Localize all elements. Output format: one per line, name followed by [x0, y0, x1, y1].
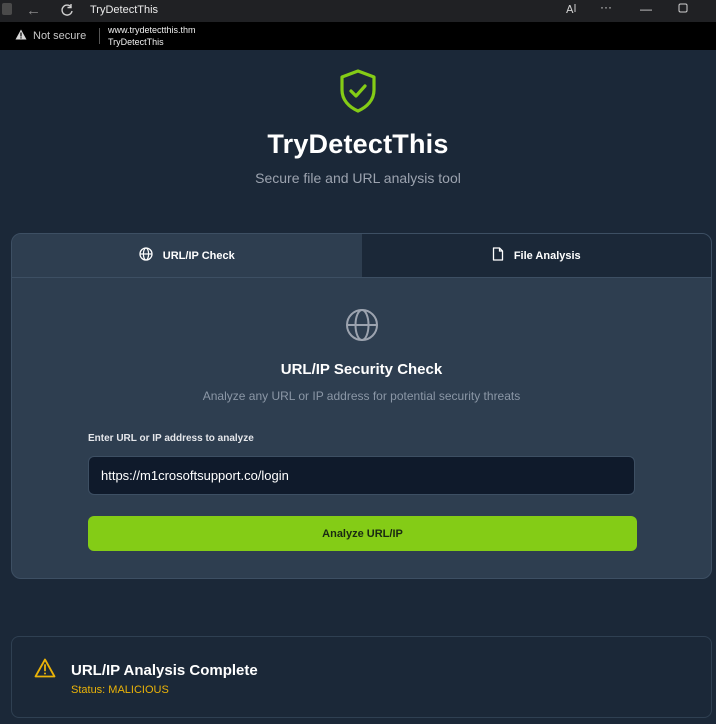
more-icon[interactable]: ··· — [600, 0, 612, 14]
address-url-block[interactable]: www.trydetectthis.thm TryDetectThis — [108, 24, 196, 48]
maximize-icon[interactable] — [678, 2, 688, 16]
read-aloud-icon[interactable]: A — [566, 2, 578, 18]
svg-text:A: A — [566, 3, 574, 15]
page-header: TryDetectThis Secure file and URL analys… — [0, 68, 716, 186]
tab-url-ip-check[interactable]: URL/IP Check — [12, 234, 362, 277]
address-page-title: TryDetectThis — [108, 37, 164, 47]
security-indicator[interactable]: Not secure — [15, 29, 86, 43]
reload-icon[interactable] — [60, 3, 74, 17]
url-field-label: Enter URL or IP address to analyze — [88, 433, 254, 444]
tab-label: URL/IP Check — [162, 249, 235, 262]
tab-bar: URL/IP Check File Analysis — [12, 234, 711, 278]
result-status: Status: MALICIOUS — [71, 684, 169, 696]
file-icon — [492, 247, 504, 264]
tab-file-analysis[interactable]: File Analysis — [361, 234, 711, 277]
warning-triangle-icon — [15, 29, 27, 43]
warning-triangle-icon — [34, 658, 56, 683]
panel-subtitle: Analyze any URL or IP address for potent… — [202, 389, 521, 403]
page-title: TryDetectThis — [267, 129, 449, 159]
address-url: www.trydetectthis.thm — [108, 25, 196, 35]
analysis-result: URL/IP Analysis Complete Status: MALICIO… — [11, 636, 712, 718]
panel-title: URL/IP Security Check — [280, 361, 443, 378]
browser-titlebar: ← TryDetectThis A ··· — — [0, 0, 716, 22]
page-tagline: Secure file and URL analysis tool — [255, 170, 461, 186]
url-check-panel: URL/IP Security Check Analyze any URL or… — [12, 278, 711, 551]
analyze-url-button[interactable]: Analyze URL/IP — [88, 516, 637, 551]
app-icon — [2, 3, 12, 15]
address-bar[interactable]: Not secure www.trydetectthis.thm TryDete… — [0, 22, 716, 50]
globe-icon — [345, 308, 379, 347]
back-arrow-icon[interactable]: ← — [26, 2, 41, 19]
security-label: Not secure — [33, 30, 87, 42]
url-input[interactable] — [88, 456, 635, 495]
browser-tab-title: TryDetectThis — [90, 4, 159, 16]
address-divider — [99, 28, 100, 44]
tab-label: File Analysis — [513, 249, 581, 262]
shield-check-icon — [336, 68, 380, 119]
analysis-card: URL/IP Check File Analysis URL/IP Securi… — [11, 233, 712, 579]
minimize-icon[interactable]: — — [640, 2, 652, 16]
result-title: URL/IP Analysis Complete — [71, 662, 258, 679]
globe-icon — [139, 247, 153, 264]
